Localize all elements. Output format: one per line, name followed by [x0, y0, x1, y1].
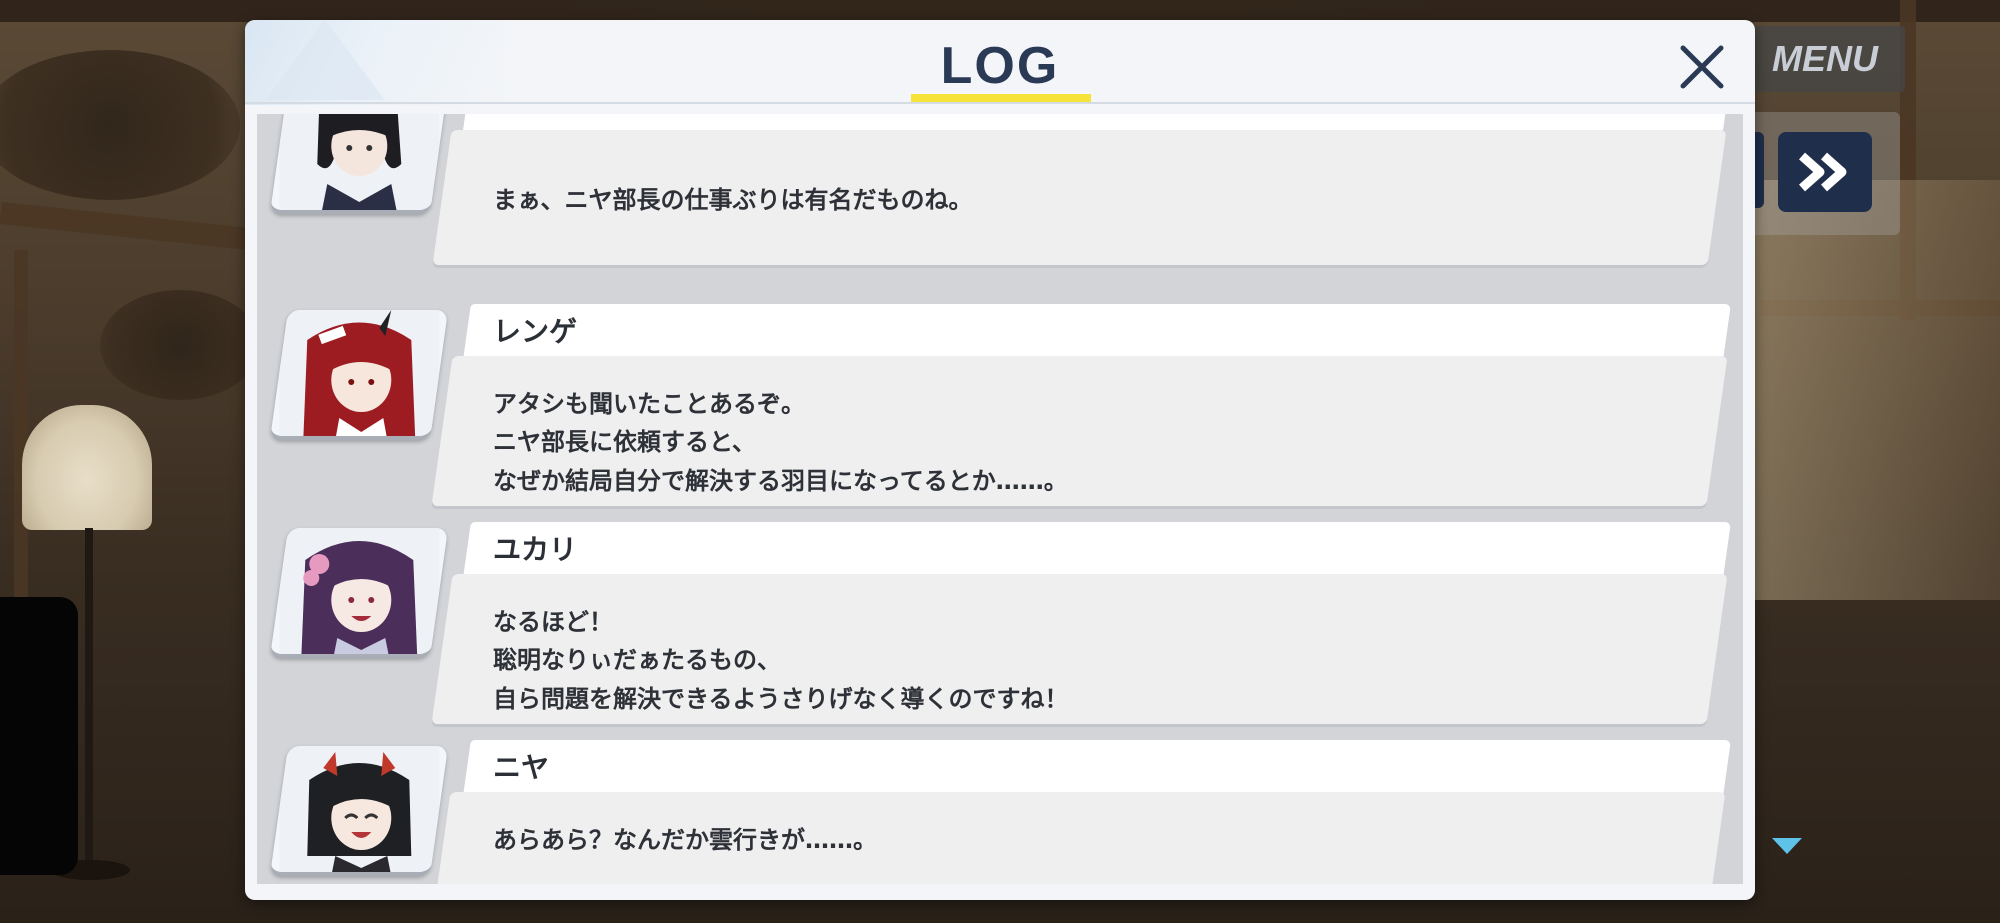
name-plate [463, 114, 1731, 130]
pine-tree-shape [100, 290, 260, 400]
name-plate [463, 304, 1731, 360]
dialogue-line: アタシも聞いたことあるぞ。 [493, 390, 805, 418]
character-portrait-icon [279, 746, 440, 876]
speaker-name: ニヤ [493, 751, 550, 784]
name-plate [463, 740, 1731, 796]
header-divider [245, 102, 1755, 104]
portrait-black-bob-hair [269, 114, 449, 214]
portrait-purple-hair-flower [269, 528, 449, 658]
name-plate [463, 522, 1731, 578]
portrait-red-hair-horned [269, 310, 449, 440]
close-x-icon [1680, 45, 1724, 89]
character-portrait-icon [279, 114, 440, 214]
dialogue-line: なるほど！ [493, 608, 613, 636]
log-scroll-area[interactable]: まぁ、ニヤ部長の仕事ぶりは有名だものね。 レンゲ アタシも聞いたことあるぞ。 ニ… [257, 114, 1743, 884]
character-portrait-icon [279, 528, 440, 658]
dialog-title: LOG [940, 37, 1060, 95]
dialogue-line: 自ら問題を解決できるようさりげなく導くのですね！ [493, 685, 1069, 713]
left-dark-panel [0, 597, 78, 875]
speaker-name: レンゲ [493, 315, 578, 348]
close-button[interactable] [1669, 34, 1735, 100]
menu-button[interactable]: MENU [1745, 26, 1905, 92]
title-underline [911, 94, 1091, 102]
ceiling-beam [0, 0, 2000, 22]
skip-button[interactable] [1778, 132, 1872, 212]
dialogue-line: まぁ、ニヤ部長の仕事ぶりは有名だものね。 [493, 186, 973, 214]
dialogue-line: ニヤ部長に依頼すると、 [493, 428, 757, 456]
floor-lamp-shade [22, 405, 152, 530]
portrait-black-hair-horned-smiling [269, 746, 449, 876]
log-dialog: LOG まぁ、ニヤ部長の仕事ぶりは有名だものね。 レンゲ アタシも聞いたことある… [245, 20, 1755, 900]
speaker-name: ユカリ [493, 533, 578, 566]
wall-post [14, 250, 28, 610]
wall-beam [0, 201, 251, 251]
scroll-down-triangle-icon [1772, 838, 1802, 854]
dialogue-line: 聡明なりぃだぁたるもの、 [493, 646, 781, 674]
floor-lamp-pole [85, 528, 93, 868]
pine-tree-shape [0, 50, 240, 200]
fast-forward-icon [1799, 152, 1847, 192]
shoji-screen [1755, 180, 2000, 600]
dialogue-line: なぜか結局自分で解決する羽目になってるとか……。 [493, 467, 1068, 495]
character-portrait-icon [279, 310, 440, 440]
dialogue-line: あらあら？なんだか雲行きが……。 [493, 826, 877, 854]
